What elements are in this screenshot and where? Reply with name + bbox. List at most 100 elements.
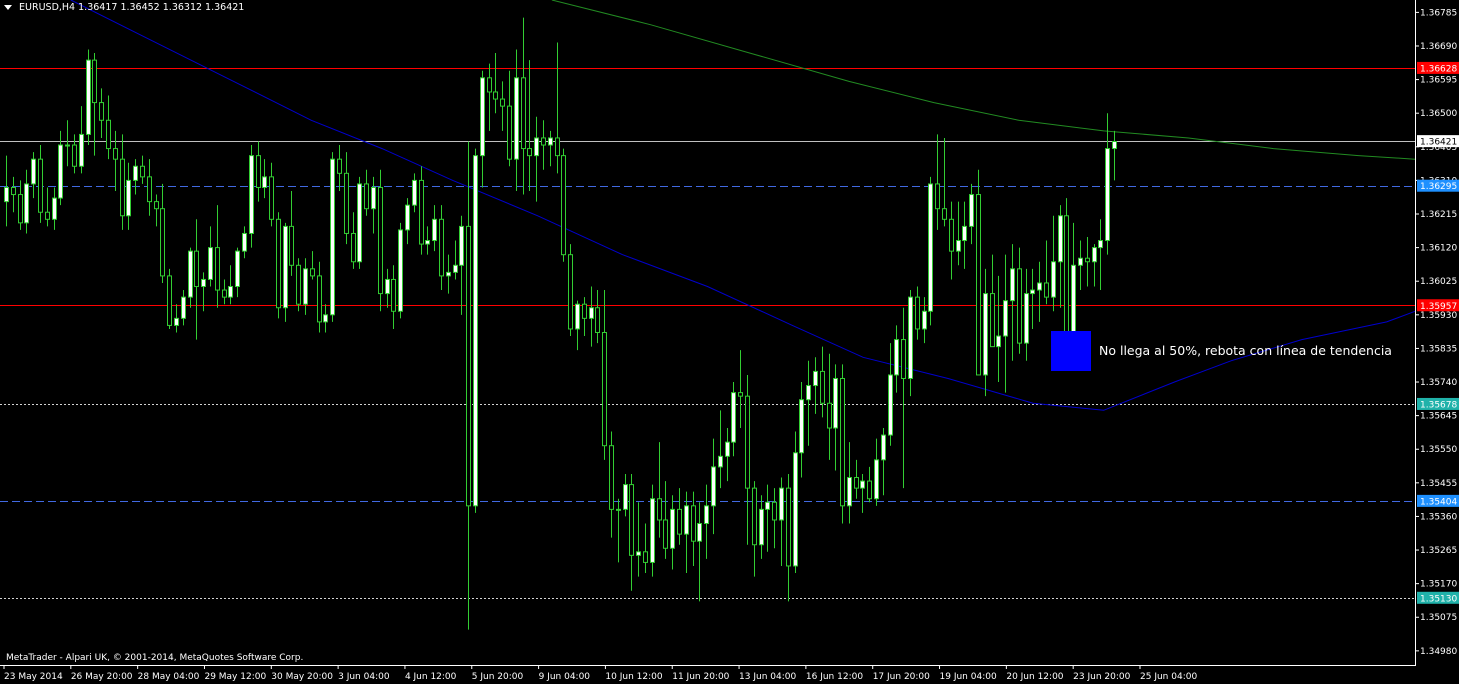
candle [983,268,988,397]
candle [752,481,757,577]
candle-body [1037,282,1042,291]
candle [283,222,288,322]
candle-body [201,278,206,288]
candle-body [684,505,689,535]
candle [657,442,662,538]
candle [718,410,723,489]
candle [521,17,526,195]
dropdown-triangle-icon[interactable] [4,5,12,10]
candle-body [296,264,301,305]
time-tick-label: 26 May 20:00 [71,672,133,682]
candle-body [1051,261,1056,298]
candle-body [1071,264,1076,337]
candle-body [344,172,349,234]
candle [31,152,36,199]
candle [949,201,954,280]
time-tick-label: 11 Jun 20:00 [672,672,729,682]
candle-body [786,487,791,567]
time-tick-label: 19 Jun 04:00 [940,672,997,682]
candle-body [262,176,267,188]
candle [616,498,621,563]
time-tick-label: 23 May 2014 [4,672,63,682]
candle-body [317,275,322,323]
candle [1092,244,1097,287]
candle-body [72,144,77,167]
candle-body [820,370,825,404]
candle-body [289,225,294,266]
candle [1064,198,1069,337]
candle [1105,113,1110,255]
candle-body [31,158,36,185]
candle-body [45,211,50,220]
candle [548,130,553,167]
candle-body [691,505,696,542]
candle [249,145,254,248]
price-tick-label: 1.36500 [1420,109,1457,119]
candle-body [385,278,390,295]
candle-body [160,208,165,277]
candle [609,431,614,538]
candle [364,169,369,216]
candle [840,364,845,524]
candle [738,350,743,429]
candle [629,473,634,591]
candle-body [636,551,641,556]
candle-body [1024,293,1029,344]
candle-body [480,77,485,157]
annotation-box[interactable] [1051,331,1091,371]
candle-body [990,293,995,348]
candle [915,286,920,340]
candle [378,169,383,312]
annotation-text[interactable]: No llega al 50%, rebota con línea de ten… [1099,343,1392,358]
candle-body [840,377,845,507]
candle-body [1085,257,1090,263]
candle-body [181,296,186,319]
candle-body [154,201,159,210]
candle [289,191,294,276]
candle [670,495,675,570]
candle [385,268,390,308]
candle [514,49,519,192]
candle-body [643,551,648,563]
candle-body [983,293,988,376]
price-tick-label: 1.35075 [1420,613,1457,623]
candle-body [1098,240,1103,249]
candle-body [378,186,383,295]
candle-body [1030,289,1035,295]
candle-body [432,218,437,242]
candle [72,134,77,174]
candle-body [867,480,872,500]
candle-body [79,133,84,167]
price-level-label: 1.35404 [1420,497,1457,507]
candle-body [1064,215,1069,337]
candle-body [235,250,240,288]
candle-body [215,247,220,291]
candle-body [371,186,376,210]
candle-body [534,137,539,157]
time-tick-label: 28 May 04:00 [138,672,200,682]
candle [344,152,349,245]
candle [4,155,9,227]
candle-body [18,194,23,224]
candle [867,466,872,503]
candle [310,251,315,280]
candle [262,159,267,199]
candle [446,254,451,294]
candle-body [466,225,471,507]
candle [1058,205,1063,308]
time-tick-label: 10 Jun 12:00 [605,672,662,682]
candle [126,162,131,230]
candle-body [609,445,614,510]
time-tick-label: 9 Jun 04:00 [539,672,591,682]
candle-body [351,232,356,263]
time-tick-label: 13 Jun 04:00 [739,672,796,682]
candle-body [487,77,492,93]
candle-body [1078,257,1083,266]
candle [888,343,893,446]
candle [595,290,600,344]
candle [1003,254,1008,393]
candle-body [391,278,396,312]
candle-body [256,155,261,188]
candle [167,268,172,329]
candle-body [364,183,369,210]
